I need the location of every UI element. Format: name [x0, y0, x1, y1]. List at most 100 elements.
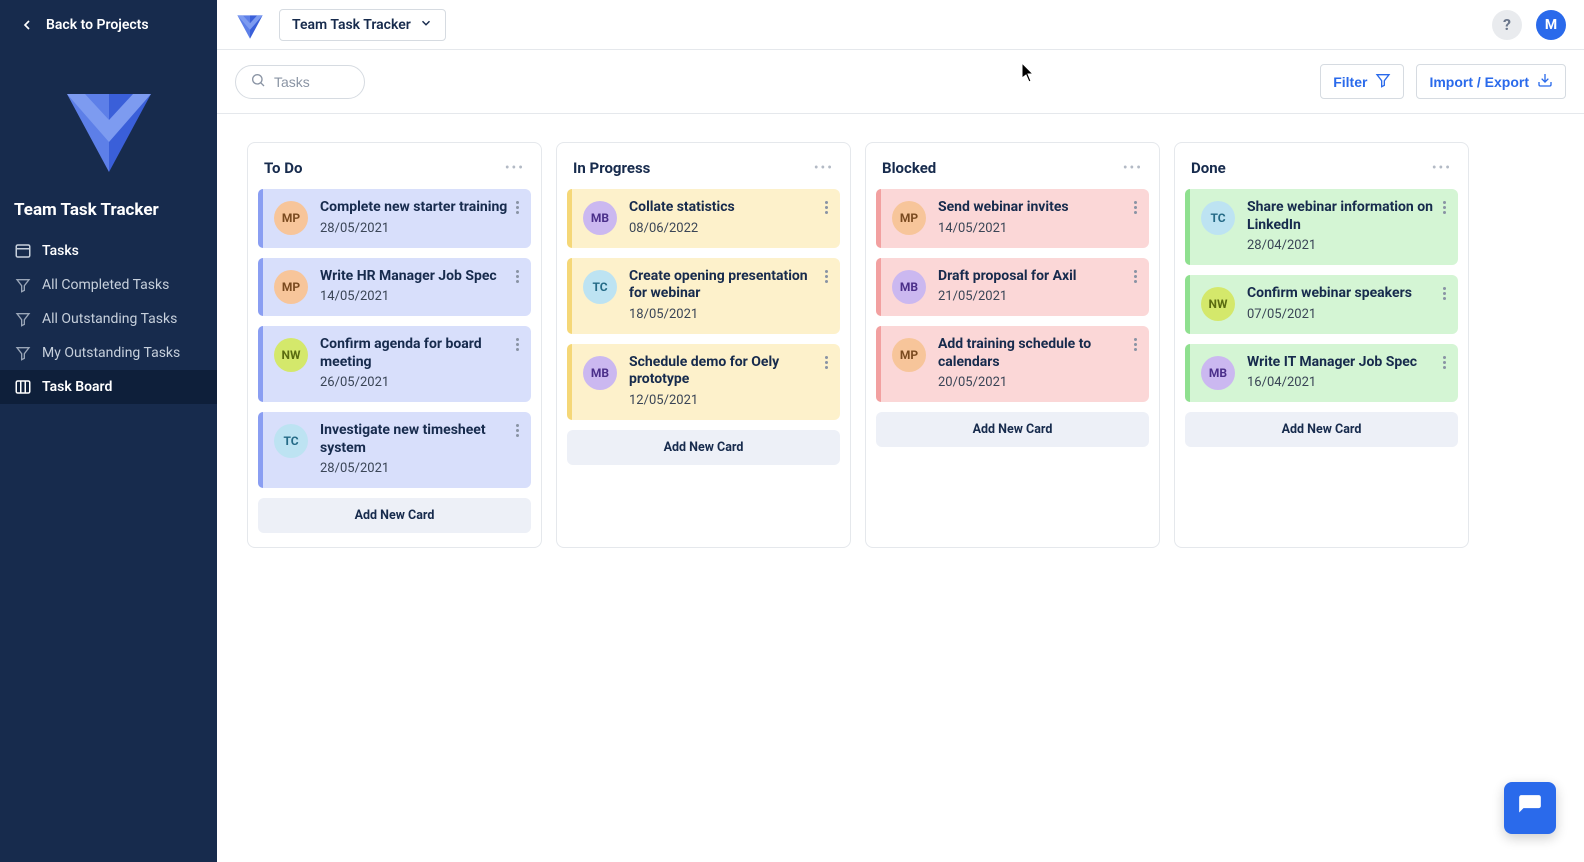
nav-list: Tasks All Completed Tasks All Outstandin…: [0, 234, 217, 404]
nav-label: My Outstanding Tasks: [42, 345, 180, 361]
nav-item-task-board[interactable]: Task Board: [0, 370, 217, 404]
project-dropdown[interactable]: Team Task Tracker: [279, 9, 446, 41]
column-done: Done•••TCShare webinar information on Li…: [1174, 142, 1469, 548]
nav-label: All Outstanding Tasks: [42, 311, 177, 327]
task-card[interactable]: MB Write IT Manager Job Spec 16/04/2021: [1185, 344, 1458, 403]
nav-item-completed[interactable]: All Completed Tasks: [0, 268, 217, 302]
card-date: 07/05/2021: [1247, 307, 1439, 322]
column-menu[interactable]: •••: [505, 160, 525, 176]
nav-item-tasks[interactable]: Tasks: [0, 234, 217, 268]
task-card[interactable]: TC Investigate new timesheet system28/05/…: [258, 412, 531, 488]
card-menu[interactable]: [1439, 285, 1448, 300]
nav-item-outstanding[interactable]: All Outstanding Tasks: [0, 302, 217, 336]
board-scroll[interactable]: To Do ••• MPComplete new starter training2…: [217, 114, 1584, 862]
column-blocked: Blocked ••• MP Send webinar invites 14/05/20…: [865, 142, 1160, 548]
card-date: 21/05/2021: [938, 289, 1130, 304]
card-title: Confirm agenda for board meeting: [320, 336, 512, 371]
nav-item-my-outstanding[interactable]: My Outstanding Tasks: [0, 336, 217, 370]
assignee-avatar: NW: [274, 338, 308, 372]
column-menu[interactable]: •••: [814, 160, 834, 176]
card-date: 28/05/2021: [320, 461, 512, 476]
import-export-button[interactable]: Import / Export: [1416, 64, 1566, 99]
add-card-button[interactable]: Add New Card: [876, 412, 1149, 447]
topbar: Team Task Tracker ? M: [217, 0, 1584, 50]
cards-list: MPComplete new starter training28/05/202…: [258, 189, 531, 533]
assignee-avatar: MP: [274, 201, 308, 235]
card-body: Draft proposal for Axil 21/05/2021: [938, 268, 1130, 305]
column-title: In Progress: [573, 159, 650, 177]
help-icon-label: ?: [1503, 15, 1511, 34]
cards-list: TCShare webinar information on LinkedIn2…: [1185, 189, 1458, 447]
task-card[interactable]: NW Confirm agenda for board meeting 26/05/…: [258, 326, 531, 402]
column-title: To Do: [264, 159, 302, 177]
back-to-projects[interactable]: Back to Projects: [0, 0, 217, 46]
card-date: 08/06/2022: [629, 221, 821, 236]
card-menu[interactable]: [512, 422, 521, 437]
column-header: To Do •••: [258, 155, 531, 189]
card-menu[interactable]: [821, 199, 830, 214]
card-menu[interactable]: [512, 268, 521, 283]
card-title: Schedule demo for Oely prototype: [629, 354, 821, 389]
column-in-progress: In Progress ••• MB Collate statistics 08/06/…: [556, 142, 851, 548]
assignee-avatar: MB: [1201, 356, 1235, 390]
assignee-avatar: TC: [583, 270, 617, 304]
filter-button[interactable]: Filter: [1320, 64, 1404, 99]
task-card[interactable]: MBSchedule demo for Oely prototype12/05/…: [567, 344, 840, 420]
card-body: Write IT Manager Job Spec 16/04/2021: [1247, 354, 1439, 391]
task-card[interactable]: MPSend webinar invites14/05/2021: [876, 189, 1149, 248]
add-card-button[interactable]: Add New Card: [567, 430, 840, 465]
card-title: Write IT Manager Job Spec: [1247, 354, 1439, 372]
chat-fab[interactable]: [1504, 782, 1556, 834]
card-menu[interactable]: [1439, 354, 1448, 369]
cards-list: MB Collate statistics 08/06/2022 TCCreate o…: [567, 189, 840, 465]
card-title: Send webinar invites: [938, 199, 1130, 217]
user-avatar-button[interactable]: M: [1536, 10, 1566, 40]
card-menu[interactable]: [1130, 199, 1139, 214]
search-box[interactable]: [235, 65, 365, 99]
search-input[interactable]: [274, 74, 350, 90]
card-menu[interactable]: [821, 354, 830, 369]
card-menu[interactable]: [1439, 199, 1448, 214]
help-button[interactable]: ?: [1492, 10, 1522, 40]
task-card[interactable]: TCCreate opening presentation for webina…: [567, 258, 840, 334]
filter-label: Filter: [1333, 74, 1367, 90]
card-menu[interactable]: [821, 268, 830, 283]
chevron-down-icon: [419, 16, 433, 34]
task-card[interactable]: MB Draft proposal for Axil 21/05/2021: [876, 258, 1149, 317]
card-date: 16/04/2021: [1247, 375, 1439, 390]
task-card[interactable]: TCShare webinar information on LinkedIn2…: [1185, 189, 1458, 265]
card-date: 26/05/2021: [320, 375, 512, 390]
add-card-button[interactable]: Add New Card: [258, 498, 531, 533]
filter-icon: [14, 344, 32, 362]
task-card[interactable]: MPComplete new starter training28/05/202…: [258, 189, 531, 248]
task-card[interactable]: MPWrite HR Manager Job Spec14/05/2021: [258, 258, 531, 317]
assignee-avatar: MB: [892, 270, 926, 304]
main: Team Task Tracker ? M Filter Impo: [217, 0, 1584, 862]
card-date: 14/05/2021: [938, 221, 1130, 236]
column-menu[interactable]: •••: [1123, 160, 1143, 176]
card-title: Collate statistics: [629, 199, 821, 217]
card-title: Draft proposal for Axil: [938, 268, 1130, 286]
import-export-label: Import / Export: [1429, 74, 1529, 90]
assignee-avatar: MP: [892, 338, 926, 372]
project-dropdown-label: Team Task Tracker: [292, 17, 411, 33]
task-card[interactable]: MB Collate statistics 08/06/2022: [567, 189, 840, 248]
card-menu[interactable]: [512, 199, 521, 214]
card-body: Confirm agenda for board meeting 26/05/20…: [320, 336, 512, 390]
task-card[interactable]: NWConfirm webinar speakers07/05/2021: [1185, 275, 1458, 334]
card-menu[interactable]: [512, 336, 521, 351]
card-menu[interactable]: [1130, 268, 1139, 283]
task-card[interactable]: MPAdd training schedule to calendars20/0…: [876, 326, 1149, 402]
assignee-avatar: MB: [583, 201, 617, 235]
add-card-button[interactable]: Add New Card: [1185, 412, 1458, 447]
nav-label: Tasks: [42, 243, 79, 259]
filter-icon: [14, 276, 32, 294]
assignee-avatar: TC: [274, 424, 308, 458]
card-body: Investigate new timesheet system28/05/20…: [320, 422, 512, 476]
card-menu[interactable]: [1130, 336, 1139, 351]
filter-icon: [1375, 72, 1391, 91]
nav-label: All Completed Tasks: [42, 277, 169, 293]
column-menu[interactable]: •••: [1432, 160, 1452, 176]
card-date: 20/05/2021: [938, 375, 1130, 390]
column-title: Blocked: [882, 159, 936, 177]
